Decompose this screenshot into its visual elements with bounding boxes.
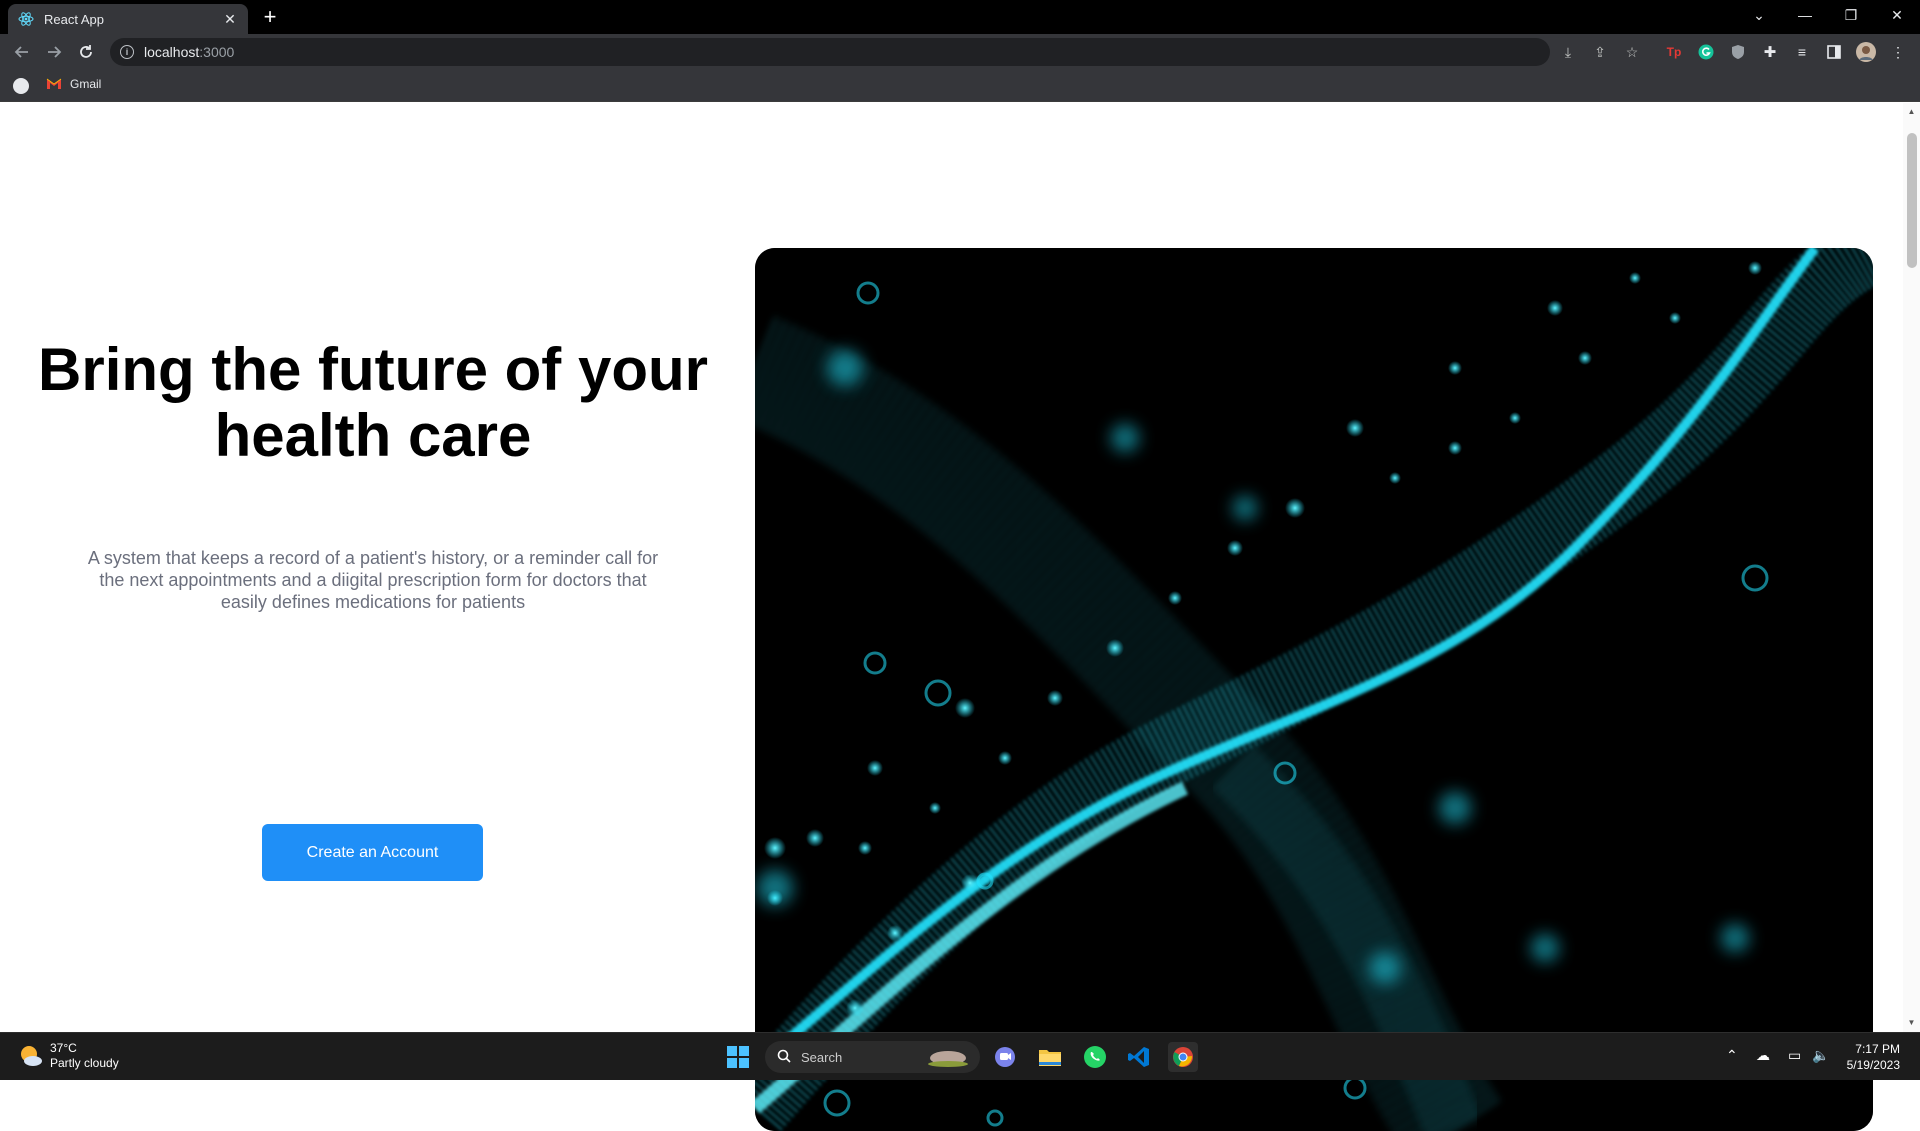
install-icon[interactable]: ⤓ xyxy=(1556,40,1580,64)
clock-time: 7:17 PM xyxy=(1855,1042,1900,1056)
create-account-button[interactable]: Create an Account xyxy=(262,824,483,881)
bookmark-star-icon[interactable]: ☆ xyxy=(1620,40,1644,64)
close-window-button[interactable]: ✕ xyxy=(1874,0,1920,30)
page-content: Bring the future of your health care A s… xyxy=(0,103,1920,1131)
hero-title: Bring the future of your health care xyxy=(38,336,708,469)
minimize-button[interactable]: — xyxy=(1782,0,1828,30)
tp-extension-icon[interactable]: Tp xyxy=(1664,42,1684,62)
scroll-down-icon[interactable]: ▼ xyxy=(1907,1018,1916,1027)
new-tab-button[interactable]: + xyxy=(258,6,282,30)
gmail-icon xyxy=(46,78,62,90)
forward-icon[interactable] xyxy=(42,40,66,64)
reload-icon[interactable] xyxy=(74,40,98,64)
tab-react-app[interactable]: React App ✕ xyxy=(8,4,248,34)
hero-description: A system that keeps a record of a patien… xyxy=(87,548,659,612)
file-explorer-icon[interactable] xyxy=(1035,1042,1065,1072)
windows-start-icon[interactable] xyxy=(723,1042,753,1072)
search-icon xyxy=(777,1049,791,1066)
grammarly-icon[interactable] xyxy=(1696,42,1716,62)
bookmark-gmail[interactable]: Gmail xyxy=(46,77,101,91)
taskbar-search[interactable]: Search xyxy=(765,1041,980,1073)
weather-temperature: 37°C xyxy=(50,1041,77,1055)
tab-search-icon[interactable]: ⌄ xyxy=(1736,0,1782,30)
weather-widget[interactable]: 37°C Partly cloudy xyxy=(18,1041,119,1071)
scroll-up-icon[interactable]: ▲ xyxy=(1907,107,1916,116)
react-icon xyxy=(18,11,34,27)
partly-cloudy-icon xyxy=(18,1043,44,1069)
browser-tab-bar: React App ✕ + ⌄ — ❐ ✕ xyxy=(0,0,1920,34)
teams-chat-icon[interactable] xyxy=(990,1042,1020,1072)
vscode-icon[interactable] xyxy=(1124,1042,1154,1072)
whatsapp-icon[interactable] xyxy=(1080,1042,1110,1072)
system-clock[interactable]: 7:17 PM 5/19/2023 xyxy=(1847,1041,1900,1073)
onedrive-offline-icon[interactable]: ☁ xyxy=(1756,1047,1770,1064)
restore-button[interactable]: ❐ xyxy=(1828,0,1874,30)
url-host: localhost xyxy=(144,44,200,60)
windows-taskbar: 37°C Partly cloudy Search ⌃ ☁ ▭ 🔈 7:17 P… xyxy=(0,1032,1920,1080)
tab-title: React App xyxy=(44,11,104,27)
weather-condition: Partly cloudy xyxy=(50,1056,119,1070)
browser-toolbar: i localhost :3000 ⤓ ⇪ ☆ Tp ✚ ≡ ⋮ xyxy=(0,34,1920,70)
scroll-thumb[interactable] xyxy=(1907,133,1917,268)
chrome-icon[interactable] xyxy=(1168,1042,1198,1072)
search-highlight-icon xyxy=(926,1045,970,1070)
clock-date: 5/19/2023 xyxy=(1846,1058,1900,1072)
apps-icon[interactable] xyxy=(13,78,29,94)
extensions-puzzle-icon[interactable]: ✚ xyxy=(1760,42,1780,62)
address-bar[interactable]: i localhost :3000 xyxy=(110,38,1550,66)
close-tab-icon[interactable]: ✕ xyxy=(222,11,238,27)
share-icon[interactable]: ⇪ xyxy=(1588,40,1612,64)
dna-helix-image xyxy=(755,248,1873,1131)
back-icon[interactable] xyxy=(10,40,34,64)
page-scrollbar[interactable]: ▲ ▼ xyxy=(1903,103,1920,1032)
media-queue-icon[interactable]: ≡ xyxy=(1792,42,1812,62)
site-info-icon[interactable]: i xyxy=(120,45,134,59)
menu-icon[interactable]: ⋮ xyxy=(1888,42,1908,62)
taskbar-search-label: Search xyxy=(801,1049,843,1065)
network-icon[interactable]: ▭ xyxy=(1788,1047,1801,1064)
show-hidden-icons-icon[interactable]: ⌃ xyxy=(1726,1047,1738,1064)
side-panel-icon[interactable] xyxy=(1824,42,1844,62)
url-port: :3000 xyxy=(199,44,235,60)
shield-icon[interactable] xyxy=(1728,42,1748,62)
bookmarks-bar: Gmail xyxy=(0,70,1920,102)
volume-icon[interactable]: 🔈 xyxy=(1812,1047,1829,1064)
profile-avatar[interactable] xyxy=(1856,42,1876,62)
bookmark-gmail-label: Gmail xyxy=(70,77,102,91)
